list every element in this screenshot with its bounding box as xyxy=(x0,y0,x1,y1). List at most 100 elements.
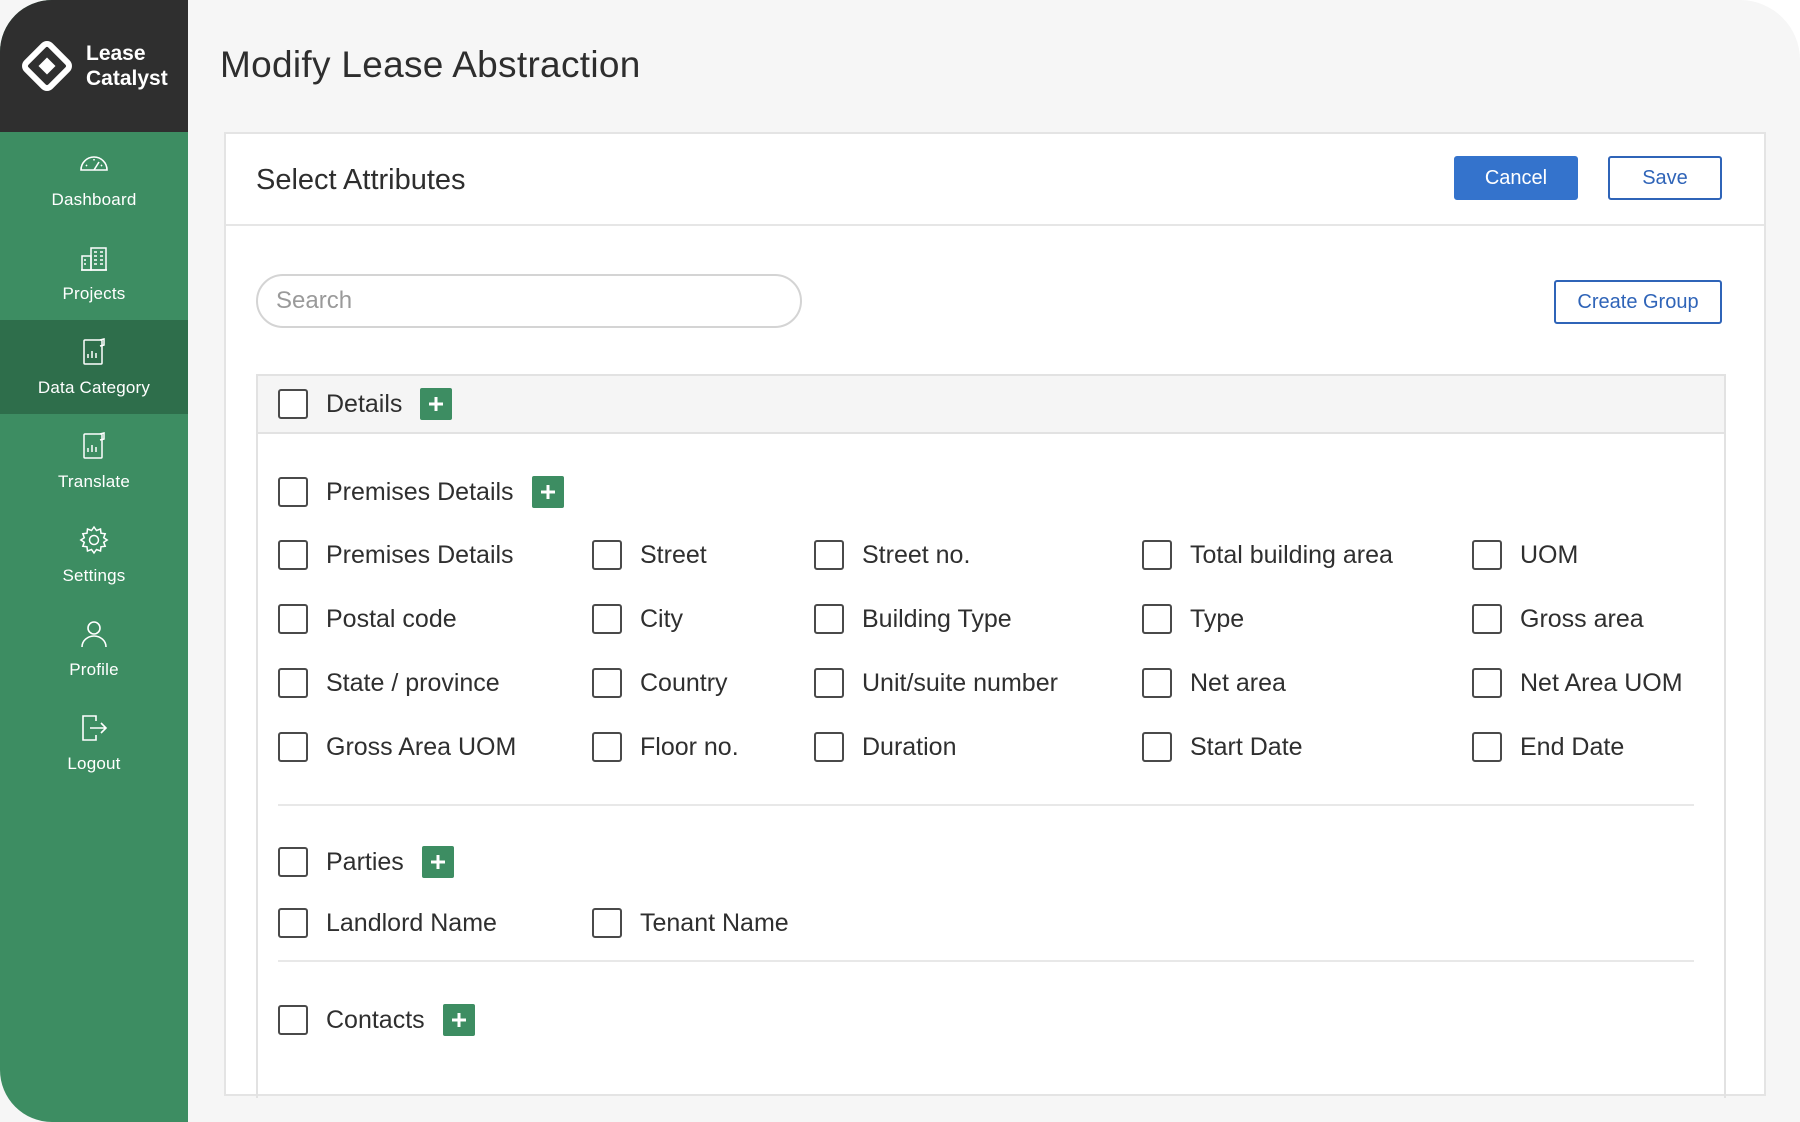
attribute-checkbox[interactable] xyxy=(1142,668,1172,698)
add-contacts-button[interactable] xyxy=(442,1004,475,1036)
attribute-checkbox[interactable] xyxy=(1472,540,1502,570)
card-title: Select Attributes xyxy=(256,164,466,196)
attribute-option[interactable]: Floor no. xyxy=(592,730,739,764)
attribute-checkbox[interactable] xyxy=(592,668,622,698)
lease-catalyst-logo-icon xyxy=(22,41,72,91)
attribute-checkbox[interactable] xyxy=(592,604,622,634)
attribute-checkbox[interactable] xyxy=(278,604,308,634)
attribute-option[interactable]: Country xyxy=(592,666,728,700)
sidebar-item-label: Data Category xyxy=(37,378,151,397)
group-label-details: Details xyxy=(326,389,403,418)
cancel-button[interactable]: Cancel xyxy=(1454,156,1578,200)
add-details-button[interactable] xyxy=(420,388,453,420)
attribute-option[interactable]: State / province xyxy=(278,666,500,700)
attribute-checkbox[interactable] xyxy=(814,668,844,698)
attribute-option[interactable]: Type xyxy=(1142,602,1244,636)
attribute-group-box: Details Premises Details Premises Detail… xyxy=(256,374,1726,1098)
attribute-checkbox[interactable] xyxy=(592,908,622,938)
attribute-checkbox[interactable] xyxy=(278,668,308,698)
add-parties-button[interactable] xyxy=(421,846,454,878)
brand-line-2: Catalyst xyxy=(86,67,168,90)
attribute-checkbox[interactable] xyxy=(592,540,622,570)
attribute-option[interactable]: Tenant Name xyxy=(592,906,789,940)
section-divider xyxy=(278,804,1694,806)
attribute-option[interactable]: Net area xyxy=(1142,666,1286,700)
sidebar-item-label: Translate xyxy=(57,472,131,491)
section-label-parties: Parties xyxy=(326,847,404,876)
attribute-checkbox[interactable] xyxy=(592,732,622,762)
attribute-option[interactable]: Building Type xyxy=(814,602,1012,636)
attribute-checkbox[interactable] xyxy=(278,732,308,762)
premises-details-group-checkbox[interactable] xyxy=(278,477,308,507)
plus-icon xyxy=(430,855,445,869)
parties-group-checkbox[interactable] xyxy=(278,847,308,877)
sidebar-item-logout[interactable]: Logout xyxy=(0,696,188,790)
attribute-checkbox[interactable] xyxy=(1472,668,1502,698)
search-input[interactable] xyxy=(256,274,802,328)
attribute-option[interactable]: Street xyxy=(592,538,707,572)
attribute-label: Unit/suite number xyxy=(862,668,1058,697)
attribute-label: Total building area xyxy=(1190,540,1393,569)
attribute-option[interactable]: Total building area xyxy=(1142,538,1393,572)
app-window: Lease Catalyst Dashboard Projects Data C… xyxy=(0,0,1800,1122)
attribute-label: Net Area UOM xyxy=(1520,668,1683,697)
attribute-option[interactable]: UOM xyxy=(1472,538,1578,572)
attribute-option[interactable]: Landlord Name xyxy=(278,906,497,940)
gear-icon xyxy=(79,525,109,555)
attribute-option[interactable]: End Date xyxy=(1472,730,1624,764)
contacts-group-checkbox[interactable] xyxy=(278,1005,308,1035)
plus-icon xyxy=(540,485,555,499)
sidebar-item-profile[interactable]: Profile xyxy=(0,602,188,696)
attribute-label: Floor no. xyxy=(640,732,739,761)
add-premises-details-button[interactable] xyxy=(531,476,564,508)
attribute-option[interactable]: Street no. xyxy=(814,538,970,572)
attribute-checkbox[interactable] xyxy=(1472,604,1502,634)
attribute-option[interactable]: Gross area xyxy=(1472,602,1644,636)
attribute-label: Type xyxy=(1190,604,1245,633)
attribute-option[interactable]: Start Date xyxy=(1142,730,1303,764)
attribute-option[interactable]: Postal code xyxy=(278,602,457,636)
attribute-checkbox[interactable] xyxy=(814,732,844,762)
attribute-checkbox[interactable] xyxy=(1142,604,1172,634)
attribute-label: End Date xyxy=(1520,732,1625,761)
details-checkbox[interactable] xyxy=(278,389,308,419)
section-divider xyxy=(278,960,1694,962)
section-label-premises: Premises Details xyxy=(326,477,514,506)
attribute-checkbox[interactable] xyxy=(1142,540,1172,570)
page-title: Modify Lease Abstraction xyxy=(220,44,641,85)
section-parties: Parties xyxy=(278,842,1694,882)
attribute-option[interactable]: Duration xyxy=(814,730,957,764)
parties-attributes-grid: Landlord Name Tenant Name xyxy=(278,906,1694,946)
group-header-details: Details xyxy=(258,376,1724,434)
dashboard-icon xyxy=(80,156,108,171)
sidebar-item-data-category[interactable]: Data Category xyxy=(0,320,188,414)
create-group-button[interactable]: Create Group xyxy=(1554,280,1722,324)
attribute-option[interactable]: Net Area UOM xyxy=(1472,666,1683,700)
attribute-option[interactable]: Unit/suite number xyxy=(814,666,1058,700)
attribute-checkbox[interactable] xyxy=(1472,732,1502,762)
attribute-checkbox[interactable] xyxy=(814,540,844,570)
card-header: Select Attributes Cancel Save xyxy=(226,134,1764,226)
plus-icon xyxy=(429,397,444,411)
attribute-checkbox[interactable] xyxy=(278,908,308,938)
attribute-checkbox[interactable] xyxy=(1142,732,1172,762)
sidebar-item-label: Projects xyxy=(62,284,126,303)
attribute-option[interactable]: City xyxy=(592,602,683,636)
data-category-icon xyxy=(83,338,105,365)
attribute-label: Postal code xyxy=(326,604,457,633)
save-button[interactable]: Save xyxy=(1608,156,1722,200)
sidebar-item-settings[interactable]: Settings xyxy=(0,508,188,602)
attribute-label: Landlord Name xyxy=(326,908,497,937)
brand[interactable]: Lease Catalyst xyxy=(0,0,188,132)
attribute-checkbox[interactable] xyxy=(814,604,844,634)
section-header-parties: Parties xyxy=(278,842,1694,882)
sidebar: Lease Catalyst Dashboard Projects Data C… xyxy=(0,0,188,1122)
attribute-checkbox[interactable] xyxy=(278,540,308,570)
sidebar-item-dashboard[interactable]: Dashboard xyxy=(0,132,188,226)
sidebar-item-translate[interactable]: Translate xyxy=(0,414,188,508)
brand-name: Lease Catalyst xyxy=(86,41,168,91)
plus-icon xyxy=(451,1013,466,1027)
attribute-option[interactable]: Premises Details xyxy=(278,538,514,572)
sidebar-item-projects[interactable]: Projects xyxy=(0,226,188,320)
attribute-option[interactable]: Gross Area UOM xyxy=(278,730,516,764)
